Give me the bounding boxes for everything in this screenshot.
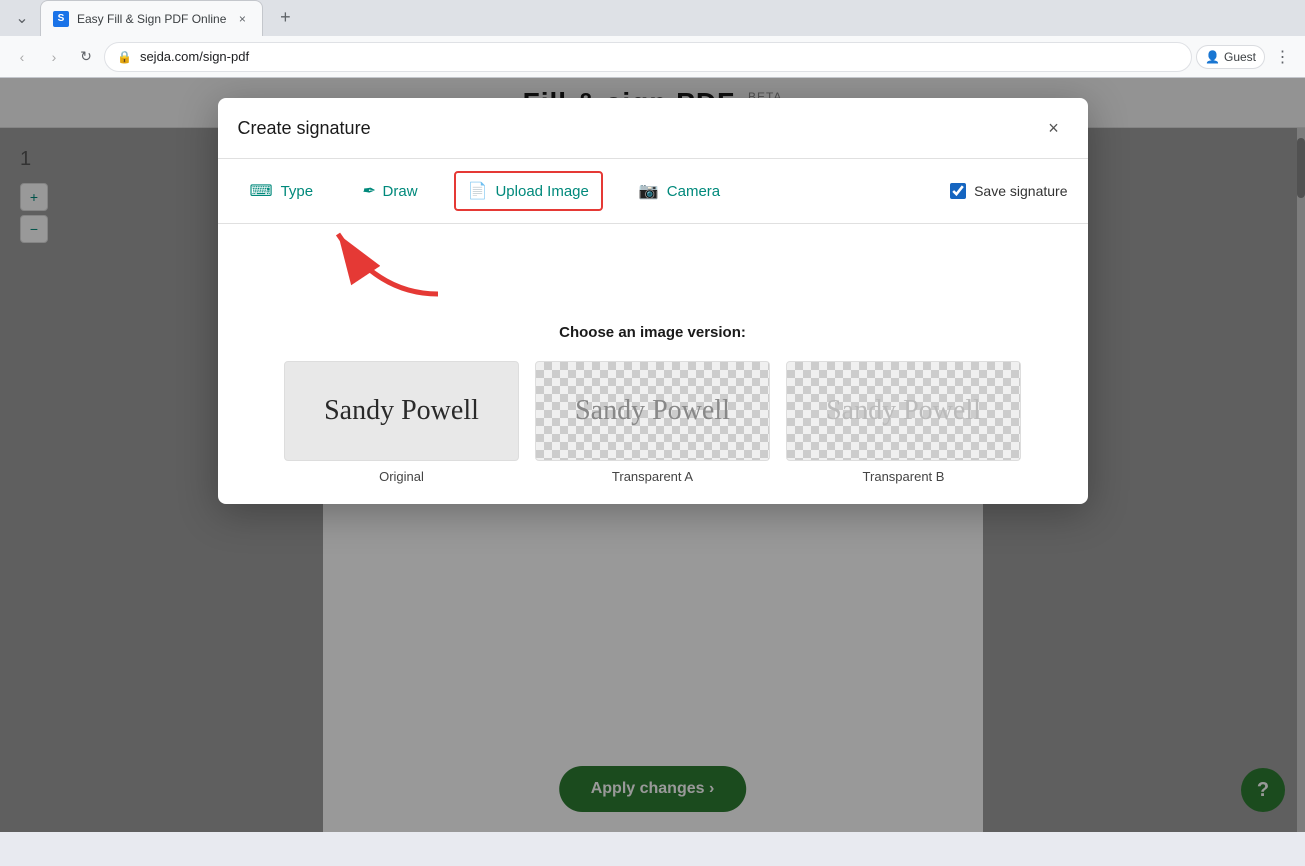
page-content: Fill & sign PDF BETA 1 + − With more tha… <box>0 78 1305 832</box>
tab-type-label: Type <box>281 183 314 200</box>
modal-overlay: Create signature × ⌨ Type ✒ Draw 📄 Uploa… <box>0 78 1305 832</box>
url-display: sejda.com/sign-pdf <box>140 49 1179 64</box>
save-signature-area: Save signature <box>950 183 1067 199</box>
keyboard-icon: ⌨ <box>250 181 273 201</box>
browser-chrome: ⌄ S Easy Fill & Sign PDF Online × + ‹ › … <box>0 0 1305 78</box>
menu-button[interactable]: ⋮ <box>1269 43 1297 71</box>
tab-list-btn[interactable]: ⌄ <box>8 4 36 32</box>
tab-camera[interactable]: 📷 Camera <box>627 173 732 209</box>
lock-icon: 🔒 <box>117 50 132 64</box>
tab-camera-label: Camera <box>667 183 720 200</box>
option-original[interactable]: Sandy Powell Original <box>284 361 519 484</box>
active-tab[interactable]: S Easy Fill & Sign PDF Online × <box>40 0 263 36</box>
image-version-section: Choose an image version: Sandy Powell Or… <box>218 304 1088 504</box>
tab-bar: ⌄ S Easy Fill & Sign PDF Online × + <box>0 0 1305 36</box>
omnibox[interactable]: 🔒 sejda.com/sign-pdf <box>104 42 1192 72</box>
back-button[interactable]: ‹ <box>8 43 36 71</box>
preview-original: Sandy Powell <box>284 361 519 461</box>
tab-upload[interactable]: 📄 Upload Image <box>454 171 603 211</box>
dots-icon: ⋮ <box>1275 47 1292 67</box>
preview-transparent-b: Sandy Powell <box>786 361 1021 461</box>
draw-icon: ✒ <box>361 181 374 201</box>
profile-label: Guest <box>1224 50 1256 64</box>
dialog-close-button[interactable]: × <box>1040 114 1068 142</box>
forward-button[interactable]: › <box>40 43 68 71</box>
image-version-title: Choose an image version: <box>238 324 1068 341</box>
dialog-title: Create signature <box>238 118 371 139</box>
dialog-header: Create signature × <box>218 98 1088 159</box>
profile-button[interactable]: 👤 Guest <box>1196 45 1265 69</box>
tab-upload-label: Upload Image <box>495 183 588 200</box>
refresh-button[interactable]: ↻ <box>72 43 100 71</box>
tab-label: Easy Fill & Sign PDF Online <box>77 12 226 26</box>
sig-text-original: Sandy Powell <box>324 395 479 427</box>
create-signature-dialog: Create signature × ⌨ Type ✒ Draw 📄 Uploa… <box>218 98 1088 504</box>
new-tab-button[interactable]: + <box>271 3 299 31</box>
option-transparent-a[interactable]: Sandy Powell Transparent A <box>535 361 770 484</box>
tab-close-button[interactable]: × <box>234 11 250 27</box>
save-signature-checkbox[interactable] <box>950 183 966 199</box>
camera-icon: 📷 <box>639 181 659 201</box>
label-original: Original <box>379 469 424 484</box>
tab-draw-label: Draw <box>383 183 418 200</box>
save-signature-label: Save signature <box>974 183 1067 199</box>
sig-text-transparent-a: Sandy Powell <box>575 395 730 427</box>
profile-icon: 👤 <box>1205 50 1220 64</box>
red-arrow <box>278 214 458 304</box>
option-transparent-b[interactable]: Sandy Powell Transparent B <box>786 361 1021 484</box>
preview-transparent-a: Sandy Powell <box>535 361 770 461</box>
upload-icon: 📄 <box>468 181 488 201</box>
label-transparent-b: Transparent B <box>863 469 945 484</box>
address-bar: ‹ › ↻ 🔒 sejda.com/sign-pdf 👤 Guest ⋮ <box>0 36 1305 78</box>
tab-draw[interactable]: ✒ Draw <box>349 173 429 209</box>
tab-type[interactable]: ⌨ Type <box>238 173 326 209</box>
image-options: Sandy Powell Original Sandy Powell Trans… <box>238 361 1068 484</box>
tab-favicon: S <box>53 11 69 27</box>
label-transparent-a: Transparent A <box>612 469 693 484</box>
sig-text-transparent-b: Sandy Powell <box>826 395 981 427</box>
